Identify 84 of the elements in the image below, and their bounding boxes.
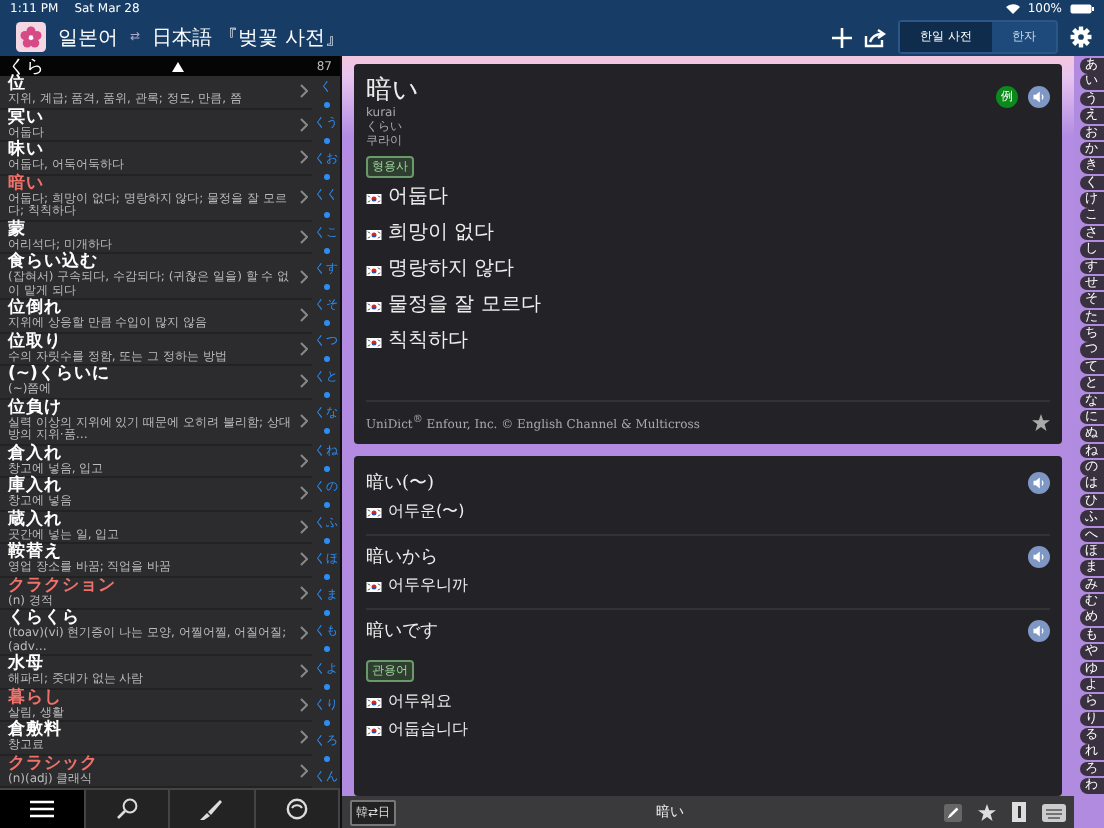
korean-flag-icon <box>366 229 382 239</box>
app-title-korean: 일본어 <box>58 25 118 51</box>
phrase-heading: 暗いから <box>366 545 438 570</box>
chevron-icon <box>300 763 308 778</box>
meaning-text: 물정을 잘 모르다 <box>388 294 541 318</box>
speaker-icon[interactable] <box>1028 620 1050 642</box>
dot-icon <box>323 646 329 653</box>
korean-flag-icon <box>366 697 382 707</box>
dot-icon <box>323 501 329 508</box>
blossom-logo-icon <box>16 22 46 52</box>
meaning-text: 어두우니까 <box>388 576 468 596</box>
wifi-icon <box>1005 4 1020 14</box>
phrase-heading: 暗い(〜) <box>366 471 435 496</box>
clock-icon <box>285 798 308 820</box>
list-icon <box>29 800 54 818</box>
chevron-icon <box>300 585 308 600</box>
phrase-heading: 暗いです <box>366 619 438 644</box>
korean-flag-icon <box>366 507 382 517</box>
dot-icon <box>323 574 329 581</box>
chevron-icon <box>300 414 308 428</box>
dot-icon <box>323 392 329 399</box>
dot-icon <box>323 174 329 181</box>
dot-icon <box>323 465 329 472</box>
meaning-text: 어두워요 <box>388 692 452 712</box>
dot-icon <box>323 283 329 290</box>
chevron-icon <box>300 730 308 745</box>
battery-icon <box>1070 4 1094 14</box>
dot-icon <box>323 211 329 218</box>
korean-flag-icon <box>366 265 382 275</box>
dot-icon <box>323 719 329 726</box>
korean-flag-icon <box>366 193 382 203</box>
speaker-icon[interactable] <box>1028 472 1050 494</box>
brush-icon <box>200 798 223 820</box>
chevron-icon <box>300 664 308 679</box>
meaning-text: 명랑하지 않다 <box>388 258 515 282</box>
speaker-icon[interactable] <box>1028 546 1050 568</box>
chevron-icon <box>300 269 308 283</box>
korean-flag-icon <box>366 725 382 735</box>
add-icon[interactable] <box>832 27 853 47</box>
up-triangle-icon <box>172 61 184 71</box>
chevron-icon <box>300 117 308 132</box>
chevron-icon <box>300 519 308 534</box>
star-icon[interactable] <box>1032 414 1050 432</box>
dot-icon <box>323 320 329 327</box>
dot-icon <box>323 102 329 109</box>
app-title-japanese: 日本語 『벚꽃 사전』 <box>152 25 345 51</box>
dot-icon <box>323 138 329 145</box>
star-icon[interactable] <box>978 803 996 821</box>
chevron-icon <box>300 341 308 356</box>
korean-flag-icon <box>366 301 382 311</box>
dot-icon <box>323 356 329 363</box>
pencil-icon[interactable] <box>944 803 962 821</box>
meaning-text: 어둡다 <box>388 186 448 210</box>
speaker-icon[interactable] <box>1028 86 1050 108</box>
dot-icon <box>323 683 329 690</box>
meaning-text: 어두운(〜) <box>388 502 465 522</box>
chevron-icon <box>300 625 308 639</box>
dot-icon <box>323 610 329 617</box>
keyboard-icon[interactable] <box>1042 803 1066 821</box>
chevron-icon <box>300 552 308 567</box>
dot-icon <box>323 247 329 254</box>
chevron-icon <box>300 190 308 204</box>
chevron-icon <box>300 229 308 244</box>
chevron-icon <box>300 453 308 468</box>
chevron-icon <box>300 697 308 712</box>
settings-icon[interactable] <box>1070 26 1092 48</box>
bookmark-icon[interactable] <box>1012 802 1026 822</box>
chevron-icon <box>300 374 308 389</box>
dot-icon <box>323 755 329 762</box>
korean-flag-icon <box>366 337 382 347</box>
chevron-icon <box>300 486 308 501</box>
list-tab[interactable] <box>0 790 85 828</box>
meaning-text: 어둡습니다 <box>388 720 468 740</box>
chevron-icon <box>300 308 308 323</box>
chevron-icon <box>300 150 308 165</box>
dot-icon <box>323 428 329 435</box>
meaning-text: 칙칙하다 <box>388 330 468 354</box>
chevron-icon <box>300 84 308 99</box>
dot-icon <box>323 537 329 544</box>
share-icon[interactable] <box>864 27 887 47</box>
search-icon <box>115 798 138 820</box>
korean-flag-icon <box>366 581 382 591</box>
meaning-text: 희망이 없다 <box>388 222 495 246</box>
headword: 暗い <box>366 76 418 106</box>
